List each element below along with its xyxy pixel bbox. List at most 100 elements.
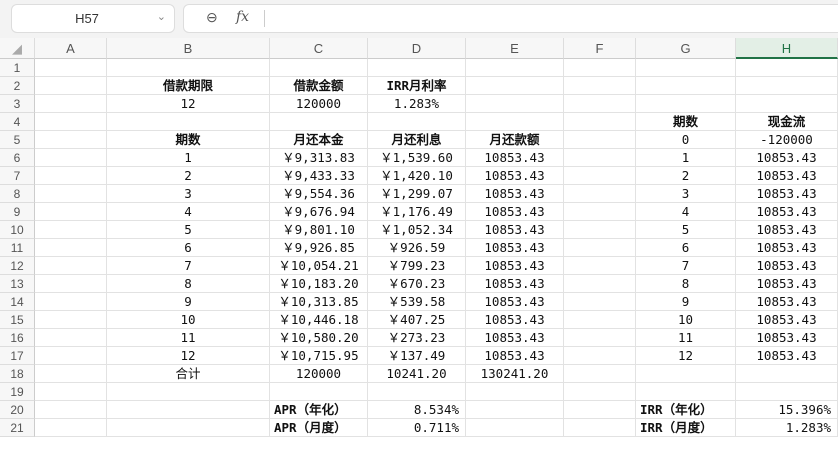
cell-C8[interactable]: ￥9,554.36 (270, 185, 368, 203)
cell-H13[interactable]: 10853.43 (736, 275, 838, 293)
column-header-B[interactable]: B (107, 38, 270, 59)
cell-E19[interactable] (466, 383, 564, 401)
cell-F4[interactable] (564, 113, 636, 131)
cell-G15[interactable]: 10 (636, 311, 736, 329)
cell-F16[interactable] (564, 329, 636, 347)
cell-H3[interactable] (736, 95, 838, 113)
cell-D4[interactable] (368, 113, 466, 131)
cell-G21[interactable]: IRR（月度） (636, 419, 736, 437)
cell-F21[interactable] (564, 419, 636, 437)
cell-H20[interactable]: 15.396% (736, 401, 838, 419)
row-header-2[interactable]: 2 (0, 77, 35, 95)
cell-H17[interactable]: 10853.43 (736, 347, 838, 365)
row-header-16[interactable]: 16 (0, 329, 35, 347)
cell-C20[interactable]: APR（年化） (270, 401, 368, 419)
cell-F19[interactable] (564, 383, 636, 401)
cell-A9[interactable] (35, 203, 107, 221)
cell-G4[interactable]: 期数 (636, 113, 736, 131)
cell-E13[interactable]: 10853.43 (466, 275, 564, 293)
cell-G3[interactable] (636, 95, 736, 113)
cell-G17[interactable]: 12 (636, 347, 736, 365)
cell-F8[interactable] (564, 185, 636, 203)
cell-E9[interactable]: 10853.43 (466, 203, 564, 221)
cell-A20[interactable] (35, 401, 107, 419)
cell-A12[interactable] (35, 257, 107, 275)
cell-C11[interactable]: ￥9,926.85 (270, 239, 368, 257)
cell-D14[interactable]: ￥539.58 (368, 293, 466, 311)
cell-E3[interactable] (466, 95, 564, 113)
cell-A13[interactable] (35, 275, 107, 293)
cell-H2[interactable] (736, 77, 838, 95)
column-header-D[interactable]: D (368, 38, 466, 59)
cell-G7[interactable]: 2 (636, 167, 736, 185)
cell-B13[interactable]: 8 (107, 275, 270, 293)
cell-H10[interactable]: 10853.43 (736, 221, 838, 239)
cell-C7[interactable]: ￥9,433.33 (270, 167, 368, 185)
cell-C9[interactable]: ￥9,676.94 (270, 203, 368, 221)
cell-B18[interactable]: 合计 (107, 365, 270, 383)
cell-H12[interactable]: 10853.43 (736, 257, 838, 275)
cell-C15[interactable]: ￥10,446.18 (270, 311, 368, 329)
row-header-14[interactable]: 14 (0, 293, 35, 311)
cell-A8[interactable] (35, 185, 107, 203)
column-header-H[interactable]: H (736, 38, 838, 59)
cell-B14[interactable]: 9 (107, 293, 270, 311)
cell-A15[interactable] (35, 311, 107, 329)
cell-A2[interactable] (35, 77, 107, 95)
cell-H15[interactable]: 10853.43 (736, 311, 838, 329)
cell-F6[interactable] (564, 149, 636, 167)
cell-E18[interactable]: 130241.20 (466, 365, 564, 383)
cell-D9[interactable]: ￥1,176.49 (368, 203, 466, 221)
cell-F18[interactable] (564, 365, 636, 383)
name-box[interactable]: H57 ⌄ (11, 4, 175, 33)
cell-D1[interactable] (368, 59, 466, 77)
cell-B2[interactable]: 借款期限 (107, 77, 270, 95)
cell-H11[interactable]: 10853.43 (736, 239, 838, 257)
cell-A10[interactable] (35, 221, 107, 239)
cell-A1[interactable] (35, 59, 107, 77)
cell-E16[interactable]: 10853.43 (466, 329, 564, 347)
cell-C19[interactable] (270, 383, 368, 401)
cell-D10[interactable]: ￥1,052.34 (368, 221, 466, 239)
cell-A14[interactable] (35, 293, 107, 311)
cell-C16[interactable]: ￥10,580.20 (270, 329, 368, 347)
cell-F5[interactable] (564, 131, 636, 149)
cell-G9[interactable]: 4 (636, 203, 736, 221)
cell-D8[interactable]: ￥1,299.07 (368, 185, 466, 203)
cell-A18[interactable] (35, 365, 107, 383)
cell-E17[interactable]: 10853.43 (466, 347, 564, 365)
cell-F17[interactable] (564, 347, 636, 365)
row-header-18[interactable]: 18 (0, 365, 35, 383)
row-header-17[interactable]: 17 (0, 347, 35, 365)
cell-F14[interactable] (564, 293, 636, 311)
cell-C12[interactable]: ￥10,054.21 (270, 257, 368, 275)
cell-E5[interactable]: 月还款额 (466, 131, 564, 149)
cell-H1[interactable] (736, 59, 838, 77)
cell-H18[interactable] (736, 365, 838, 383)
column-header-E[interactable]: E (466, 38, 564, 59)
cell-F15[interactable] (564, 311, 636, 329)
cell-C1[interactable] (270, 59, 368, 77)
cell-B6[interactable]: 1 (107, 149, 270, 167)
cell-D12[interactable]: ￥799.23 (368, 257, 466, 275)
cell-B3[interactable]: 12 (107, 95, 270, 113)
cell-G1[interactable] (636, 59, 736, 77)
cell-D16[interactable]: ￥273.23 (368, 329, 466, 347)
cell-B17[interactable]: 12 (107, 347, 270, 365)
cell-A11[interactable] (35, 239, 107, 257)
cell-E20[interactable] (466, 401, 564, 419)
cell-B20[interactable] (107, 401, 270, 419)
cell-B15[interactable]: 10 (107, 311, 270, 329)
cell-D15[interactable]: ￥407.25 (368, 311, 466, 329)
cell-B10[interactable]: 5 (107, 221, 270, 239)
cell-A19[interactable] (35, 383, 107, 401)
cell-G2[interactable] (636, 77, 736, 95)
cell-H4[interactable]: 现金流 (736, 113, 838, 131)
cell-A4[interactable] (35, 113, 107, 131)
cell-H19[interactable] (736, 383, 838, 401)
cell-B19[interactable] (107, 383, 270, 401)
row-header-12[interactable]: 12 (0, 257, 35, 275)
cell-G13[interactable]: 8 (636, 275, 736, 293)
cell-B11[interactable]: 6 (107, 239, 270, 257)
cell-D18[interactable]: 10241.20 (368, 365, 466, 383)
